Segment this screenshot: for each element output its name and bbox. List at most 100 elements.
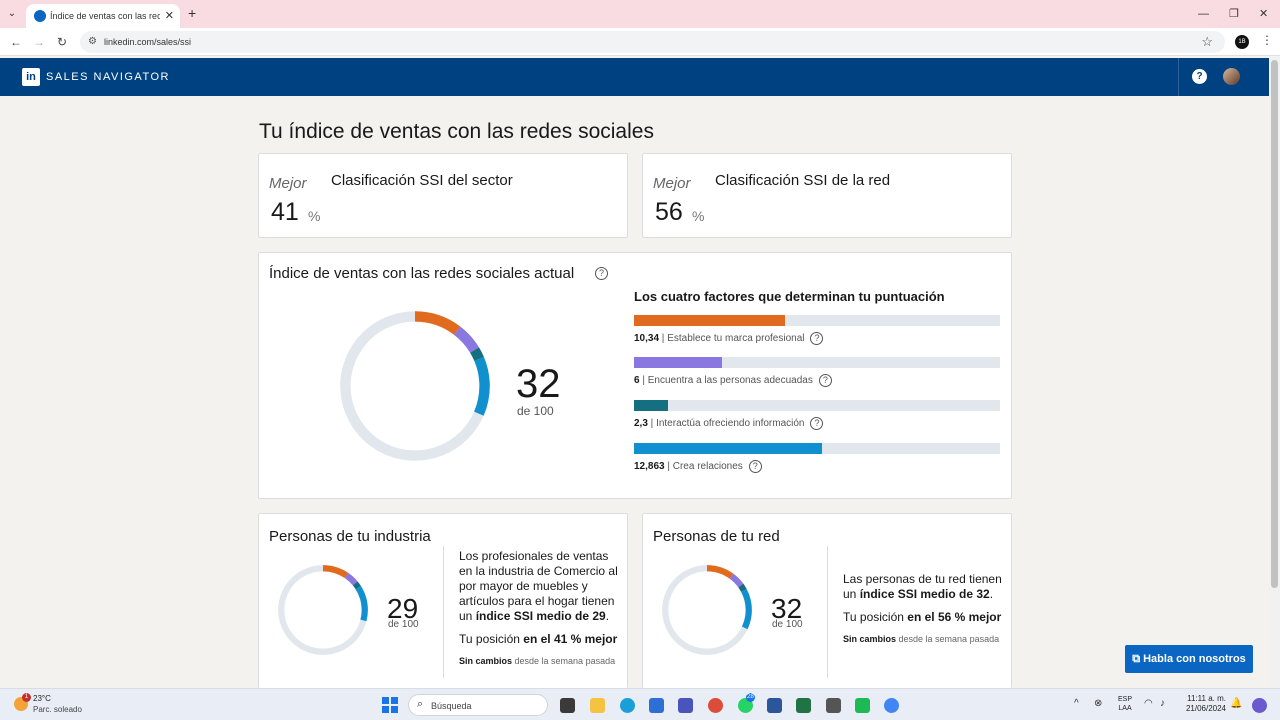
restore-icon[interactable]: ❐ (1229, 6, 1239, 22)
new-tab-icon[interactable]: + (188, 5, 196, 21)
industry-score-of: de 100 (388, 619, 419, 630)
industry-position: Tu posición en el 41 % mejor (459, 632, 617, 647)
change-period: desde la semana pasada (896, 634, 1000, 644)
factor-bar-relationships (634, 443, 1000, 454)
tray-chevron-icon[interactable]: ^ (1074, 698, 1079, 710)
ssi-score: 32 (516, 362, 561, 406)
browser-profile-icon[interactable]: 1B (1235, 35, 1249, 49)
ssi-title: Índice de ventas con las redes sociales … (269, 265, 575, 282)
network-change: Sin cambios desde la semana pasada (843, 633, 999, 645)
excel-icon[interactable] (796, 698, 811, 713)
site-info-icon[interactable]: ⚙ (88, 36, 97, 47)
network-donut-chart (662, 565, 752, 655)
card-divider (443, 546, 444, 678)
description-highlight: índice SSI medio de 32 (859, 587, 990, 601)
scrollbar-thumb[interactable] (1271, 60, 1278, 588)
people-title: Personas de tu red (653, 528, 780, 545)
network-people-card: Personas de tu red 32 de 100 Las persona… (642, 513, 1012, 688)
factor-label-people: 6 | Encuentra a las personas adecuadas? (634, 374, 832, 388)
factor-fill (634, 443, 823, 454)
reload-icon[interactable]: ↻ (57, 34, 67, 50)
brand-name[interactable]: SALES NAVIGATOR (46, 70, 170, 84)
chat-button-label: Habla con nosotros (1143, 653, 1246, 665)
factor-bar-people (634, 357, 1000, 368)
factor-fill (634, 357, 722, 368)
factors-title: Los cuatro factores que determinan tu pu… (634, 289, 945, 304)
factor-help-icon[interactable]: ? (748, 460, 762, 473)
chrome-icon[interactable] (708, 698, 723, 713)
minimize-icon[interactable]: — (1198, 6, 1209, 22)
wifi-icon[interactable]: ◠ (1144, 698, 1153, 710)
search-label: Búsqueda (431, 701, 472, 711)
change-status: Sin cambios (459, 656, 513, 666)
factor-help-icon[interactable]: ? (810, 332, 824, 345)
factor-bar-insights (634, 400, 1000, 411)
whatsapp-badge: 28 (746, 693, 755, 702)
tab-search-icon[interactable]: ⌄ (4, 6, 20, 22)
factor-name: Encuentra a las personas adecuadas (647, 375, 813, 387)
teams-icon[interactable] (678, 698, 693, 713)
factor-name: Establece tu marca profesional (667, 333, 805, 345)
search-icon: ⌕ (417, 698, 424, 710)
help-icon[interactable]: ? (1192, 69, 1207, 84)
factor-help-icon[interactable]: ? (810, 417, 824, 430)
position-highlight: en el 41 % mejor (523, 632, 618, 646)
factor-help-icon[interactable]: ? (818, 374, 832, 387)
green-app-icon[interactable] (855, 698, 870, 713)
browser-menu-icon[interactable]: ⋮ (1261, 33, 1273, 47)
chrome-profile-icon[interactable] (884, 698, 899, 713)
edge-icon[interactable] (620, 698, 635, 713)
app-icon[interactable] (826, 698, 841, 713)
language-code: ESP (1118, 696, 1133, 703)
window-close-icon[interactable]: ✕ (1259, 6, 1268, 22)
avatar[interactable] (1223, 68, 1240, 85)
network-rank-card: Mejor Clasificación SSI de la red 56 % (642, 153, 1012, 238)
taskbar-search[interactable]: ⌕ Búsqueda (408, 694, 548, 716)
browser-tab[interactable]: Índice de ventas con las redes sociales … (26, 4, 180, 28)
change-period: desde la semana pasada (512, 656, 616, 666)
linkedin-logo-icon[interactable]: in (22, 68, 40, 86)
store-icon[interactable] (649, 698, 664, 713)
factor-value: 6 (634, 375, 640, 387)
chat-bubble-icon: ⧉ (1132, 653, 1144, 665)
url-text: linkedin.com/sales/ssi (104, 37, 192, 47)
forward-icon[interactable]: → (33, 34, 45, 50)
time: 11:11 a. m. (1187, 694, 1226, 703)
windows-start-icon[interactable] (382, 697, 398, 713)
notification-bell-icon[interactable]: 🔔 (1230, 698, 1242, 710)
weather-temperature[interactable]: 23°C (33, 694, 51, 704)
browser-tabbar: ⌄ Índice de ventas con las redes sociale… (0, 0, 1280, 28)
factor-value: 12,863 (634, 461, 665, 473)
factor-value: 10,34 (634, 333, 660, 345)
file-explorer-icon[interactable] (590, 698, 605, 713)
tray-network-app-icon[interactable]: ⊗ (1094, 698, 1102, 710)
rank-value: 56 (655, 198, 683, 226)
factor-label-relationships: 12,863 | Crea relaciones? (634, 460, 762, 474)
page-scrollbar[interactable] (1269, 58, 1280, 688)
current-ssi-card: Índice de ventas con las redes sociales … (258, 252, 1012, 499)
change-status: Sin cambios (843, 634, 897, 644)
keyboard-language[interactable]: ESP LAA (1118, 695, 1132, 713)
copilot-icon[interactable] (1252, 698, 1267, 713)
tab-close-icon[interactable]: ✕ (165, 9, 174, 23)
ssi-donut-chart (340, 311, 490, 461)
factor-fill (634, 400, 668, 411)
chat-button[interactable]: ⧉ Habla con nosotros (1125, 645, 1253, 673)
clock[interactable]: 11:11 a. m. 21/06/2024 (1180, 694, 1226, 714)
page-title: Tu índice de ventas con las redes social… (259, 120, 654, 143)
word-icon[interactable] (767, 698, 782, 713)
task-view-icon[interactable] (560, 698, 575, 713)
volume-icon[interactable]: ♪ (1160, 698, 1165, 710)
bookmark-star-icon[interactable]: ☆ (1201, 34, 1213, 50)
rank-value: 41 (271, 198, 299, 226)
sales-navigator-header: in SALES NAVIGATOR ? (0, 58, 1269, 96)
ssi-help-icon[interactable]: ? (595, 267, 608, 280)
rank-unit: % (692, 208, 705, 224)
ssi-score-of: de 100 (517, 404, 554, 418)
industry-people-card: Personas de tu industria 29 de 100 Los p… (258, 513, 628, 688)
back-icon[interactable]: ← (10, 34, 22, 50)
address-bar[interactable]: ⚙ linkedin.com/sales/ssi ☆ (80, 31, 1225, 53)
weather-description[interactable]: Parc. soleado (33, 705, 82, 715)
factor-value: 2,3 (634, 418, 648, 430)
position-highlight: en el 56 % mejor (907, 610, 1002, 624)
